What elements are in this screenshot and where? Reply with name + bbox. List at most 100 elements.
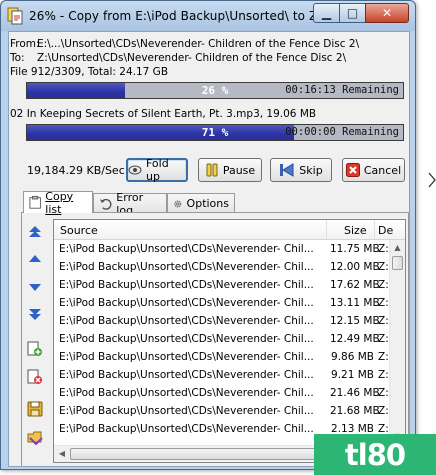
watermark-text: tl80 (344, 437, 406, 472)
add-file-button[interactable] (25, 339, 45, 359)
table-row[interactable]: E:\iPod Backup\Unsorted\CDs\Neverender- … (54, 403, 390, 421)
column-source[interactable]: Source (60, 224, 98, 237)
current-file: 02 In Keeping Secrets of Silent Earth, P… (10, 108, 317, 120)
from-label: From: (10, 38, 40, 50)
load-icon (27, 431, 43, 445)
pause-label: Pause (222, 163, 256, 177)
row-dest: Z: (378, 351, 389, 363)
row-size: 12.15 MB (330, 315, 380, 327)
scroll-up-icon[interactable]: ▲ (390, 240, 405, 256)
pause-icon (206, 163, 218, 177)
horizontal-scroll-thumb[interactable] (70, 448, 330, 460)
row-dest: Z: (378, 243, 389, 255)
tab-options[interactable]: Options (167, 193, 235, 213)
row-size: 12.00 MB (330, 261, 380, 273)
window-title: 26% - Copy from E:\iPod Backup\Unsorted\… (29, 9, 338, 23)
to-path: Z:\Unsorted\CDs\Neverender- Children of … (37, 52, 347, 64)
undo-icon (99, 198, 112, 210)
save-list-button[interactable] (25, 399, 45, 419)
list-header: Source Size De (54, 220, 405, 240)
remove-file-button[interactable] (25, 367, 45, 387)
minimize-icon: ▁ (321, 6, 332, 20)
save-icon (27, 401, 43, 417)
table-row[interactable]: E:\iPod Backup\Unsorted\CDs\Neverender- … (54, 313, 390, 331)
transfer-speed: 19,184.29 KB/Sec (27, 164, 125, 177)
copy-list-panel: Source Size De E:\iPod Backup\Unsorted\C… (21, 212, 409, 466)
table-row[interactable]: E:\iPod Backup\Unsorted\CDs\Neverender- … (54, 277, 390, 295)
table-row[interactable]: E:\iPod Backup\Unsorted\CDs\Neverender- … (54, 295, 390, 313)
header-divider[interactable] (326, 220, 327, 239)
fold-up-button[interactable]: Fold up (126, 157, 188, 183)
row-size: 11.75 MB (330, 243, 380, 255)
move-top-button[interactable] (25, 221, 45, 241)
app-icon (7, 7, 23, 25)
table-row[interactable]: E:\iPod Backup\Unsorted\CDs\Neverender- … (54, 331, 390, 349)
row-dest: Z: (378, 333, 389, 345)
row-source: E:\iPod Backup\Unsorted\CDs\Neverender- … (59, 297, 314, 309)
scroll-left-icon[interactable]: ◀ (54, 446, 70, 462)
total-progress-bar: 26 % 00:16:13 Remaining (26, 82, 404, 99)
cancel-button[interactable]: Cancel (342, 158, 405, 182)
header-divider[interactable] (374, 220, 375, 239)
to-label: To: (10, 52, 25, 64)
tab-copy-list-label: Copy list (45, 189, 74, 216)
move-up-button[interactable] (25, 249, 45, 269)
table-row[interactable]: E:\iPod Backup\Unsorted\CDs\Neverender- … (54, 349, 390, 367)
row-size: 17.62 MB (330, 279, 380, 291)
row-dest: Z: (378, 405, 389, 417)
resize-cursor-icon (428, 172, 436, 188)
close-button[interactable]: ✕ (365, 3, 409, 23)
add-file-icon (27, 341, 42, 356)
skip-icon (280, 163, 294, 177)
pause-button[interactable]: Pause (198, 158, 262, 182)
row-dest: Z: (378, 369, 389, 381)
to-line: To: Z:\Unsorted\CDs\Neverender- Children … (10, 52, 346, 64)
minimize-button[interactable]: ▁ (313, 3, 340, 23)
maximize-button[interactable]: □ (339, 3, 366, 23)
tab-error-log[interactable]: Error log (93, 191, 167, 217)
vertical-scrollbar[interactable]: ▲ ▼ (389, 240, 405, 445)
gear-icon (174, 200, 182, 207)
row-dest: Z: (378, 297, 389, 309)
title-bar[interactable]: 26% - Copy from E:\iPod Backup\Unsorted\… (1, 1, 415, 31)
move-down-button[interactable] (25, 277, 45, 297)
file-time-remaining: 00:00:00 Remaining (285, 126, 399, 138)
from-path: E:\...\Unsorted\CDs\Neverender- Children… (37, 38, 360, 50)
tab-options-label: Options (186, 197, 229, 210)
row-dest: Z: (378, 315, 389, 327)
load-list-button[interactable] (25, 427, 45, 447)
row-source: E:\iPod Backup\Unsorted\CDs\Neverender- … (59, 243, 314, 255)
column-destination[interactable]: De (378, 224, 393, 237)
cancel-label: Cancel (363, 163, 402, 177)
skip-button[interactable]: Skip (270, 158, 332, 182)
table-row[interactable]: E:\iPod Backup\Unsorted\CDs\Neverender- … (54, 367, 390, 385)
row-size: 9.86 MB (331, 351, 374, 363)
row-size: 21.68 MB (330, 405, 380, 417)
tab-copy-list[interactable]: Copy list (23, 189, 93, 216)
copy-list-view[interactable]: Source Size De E:\iPod Backup\Unsorted\C… (53, 219, 406, 463)
table-row[interactable]: E:\iPod Backup\Unsorted\CDs\Neverender- … (54, 241, 390, 259)
table-row[interactable]: E:\iPod Backup\Unsorted\CDs\Neverender- … (54, 259, 390, 277)
move-top-icon (29, 226, 41, 237)
move-up-icon (29, 255, 41, 262)
row-dest: Z: (378, 279, 389, 291)
watermark-logo: tl80 (314, 434, 436, 475)
row-source: E:\iPod Backup\Unsorted\CDs\Neverender- … (59, 387, 314, 399)
row-source: E:\iPod Backup\Unsorted\CDs\Neverender- … (59, 333, 314, 345)
row-source: E:\iPod Backup\Unsorted\CDs\Neverender- … (59, 369, 314, 381)
row-size: 21.46 MB (330, 387, 380, 399)
row-size: 13.11 MB (330, 297, 380, 309)
close-icon: ✕ (381, 6, 393, 20)
vertical-scroll-thumb[interactable] (392, 256, 403, 270)
clipboard-icon (29, 195, 41, 209)
copy-window: 26% - Copy from E:\iPod Backup\Unsorted\… (0, 0, 416, 470)
table-row[interactable]: E:\iPod Backup\Unsorted\CDs\Neverender- … (54, 385, 390, 403)
from-line: From:E:\...\Unsorted\CDs\Neverender- Chi… (10, 38, 359, 50)
maximize-icon: □ (346, 6, 359, 20)
row-source: E:\iPod Backup\Unsorted\CDs\Neverender- … (59, 279, 314, 291)
column-size[interactable]: Size (344, 224, 367, 237)
fold-up-icon (128, 165, 142, 175)
window-client: From:E:\...\Unsorted\CDs\Neverender- Chi… (8, 31, 410, 467)
row-source: E:\iPod Backup\Unsorted\CDs\Neverender- … (59, 351, 314, 363)
move-bottom-button[interactable] (25, 305, 45, 325)
